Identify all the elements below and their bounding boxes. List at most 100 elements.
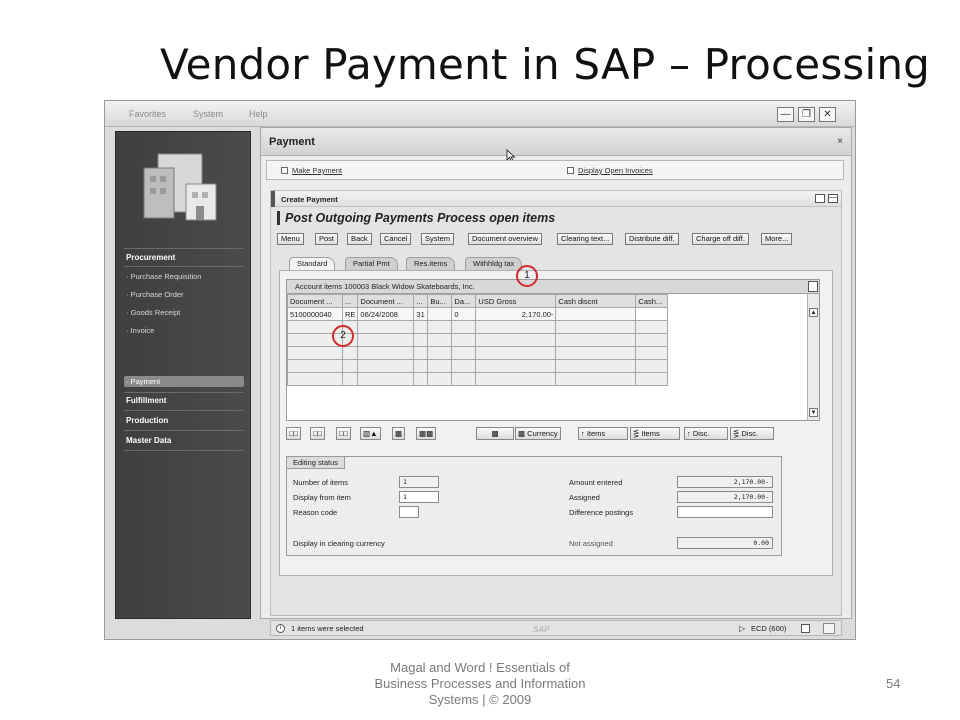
tab-standard[interactable]: Standard <box>289 257 336 270</box>
items-label: Items <box>586 429 606 438</box>
tab-partial-pmt[interactable]: Partial Pmt <box>345 257 398 270</box>
account-items-table-box: Account items 100003 Black Widow Skatebo… <box>286 279 820 421</box>
reason-code-label: Reason code <box>293 508 338 517</box>
table-cell[interactable]: 0 <box>451 307 477 321</box>
create-payment-title: Create Payment <box>281 195 338 204</box>
resize-grip-icon[interactable] <box>823 623 835 634</box>
payment-close-icon[interactable]: × <box>837 136 843 147</box>
reason-code-input[interactable] <box>399 506 419 518</box>
display-from-item-label: Display from item <box>293 493 351 502</box>
sidebar-item-label: Goods Receipt <box>130 308 181 317</box>
print-icon[interactable]: ▧▲ <box>360 427 381 440</box>
sidebar-item-invoice[interactable]: · Invoice <box>126 326 154 335</box>
sidebar-item-purchase-requisition[interactable]: · Purchase Requisition <box>126 272 201 281</box>
table-cell[interactable]: 06/24/2008 <box>357 307 415 321</box>
column-settings-icon[interactable] <box>808 281 818 292</box>
sidebar-head-procurement[interactable]: Procurement <box>126 253 175 262</box>
activate-items-button[interactable]: ↑ Items <box>578 427 628 440</box>
charge-off-diff-button[interactable]: Charge off diff. <box>692 233 749 245</box>
binoculars-icon[interactable]: ▩ <box>476 427 514 440</box>
menu-favorites[interactable]: Favorites <box>129 109 166 119</box>
activate-discount-button[interactable]: ↑ Disc. <box>684 427 728 440</box>
sidebar-item-label: Purchase Order <box>130 290 184 299</box>
back-button[interactable]: Back <box>347 233 372 245</box>
menu-button[interactable]: Menu <box>277 233 304 245</box>
table-row[interactable] <box>287 359 669 373</box>
column-header[interactable]: ... <box>413 294 429 308</box>
number-of-items-label: Number of items <box>293 478 349 487</box>
find-next-icon[interactable]: ▩▩ <box>416 427 437 440</box>
system-dropdown-icon[interactable] <box>801 624 810 633</box>
table-row[interactable] <box>287 346 669 360</box>
document-icon <box>567 167 574 174</box>
sidebar-item-label: Invoice <box>130 326 155 335</box>
display-open-invoices-link[interactable]: Display Open Invoices <box>567 166 653 175</box>
deactivate-items-button[interactable]: ⋚ Items <box>630 427 680 440</box>
scroll-down-icon[interactable]: ▼ <box>809 408 818 417</box>
table-row[interactable]: 5100000040 RE 06/24/2008 31 0 2,170.00- <box>287 307 669 321</box>
payment-window: Payment × Make Payment Display Open Invo… <box>260 127 852 636</box>
table-cell[interactable]: 2,170.00- <box>475 307 557 321</box>
payment-header: Payment × <box>261 128 851 162</box>
column-header[interactable]: Document ... <box>357 294 415 308</box>
scroll-up-icon[interactable]: ▲ <box>809 308 818 317</box>
play-icon[interactable]: ▷ <box>739 624 745 633</box>
column-header[interactable]: Bu... <box>427 294 453 308</box>
disc-label: Disc. <box>741 429 759 438</box>
table-cell[interactable] <box>427 307 453 321</box>
menu-system[interactable]: System <box>193 109 223 119</box>
post-button[interactable]: Post <box>315 233 339 245</box>
currency-button[interactable]: ▩ Currency <box>515 427 561 440</box>
more-button[interactable]: More... <box>761 233 793 245</box>
create-payment-panel: Create Payment — Post Outgoing Payments … <box>270 190 842 616</box>
display-from-item-input[interactable]: 1 <box>399 491 439 503</box>
sap-screenshot: Favorites System Help — ❐ ✕ Procurement … <box>104 100 856 640</box>
tab-withhldg-tax[interactable]: Withhldg tax <box>465 257 523 270</box>
column-header[interactable]: Cash discnt <box>555 294 637 308</box>
make-payment-link[interactable]: Make Payment <box>281 166 342 175</box>
cash-input-cell[interactable] <box>635 307 669 321</box>
table-cell[interactable]: 31 <box>413 307 429 321</box>
close-icon[interactable]: ✕ <box>819 107 836 122</box>
table-scrollbar[interactable]: ▲ ▼ <box>807 294 819 420</box>
column-header[interactable]: Da... <box>451 294 477 308</box>
sidebar-item-label: Purchase Requisition <box>130 272 202 281</box>
table-row[interactable] <box>287 372 669 386</box>
sidebar-item-label: Payment <box>130 377 161 386</box>
transaction-title: Post Outgoing Payments Process open item… <box>285 211 556 225</box>
layout-icon[interactable] <box>815 194 825 203</box>
clearing-text-button[interactable]: Clearing text... <box>557 233 614 245</box>
sidebar-item-purchase-order[interactable]: · Purchase Order <box>126 290 184 299</box>
sidebar-head-master-data[interactable]: Master Data <box>126 436 171 445</box>
sidebar-item-goods-receipt[interactable]: · Goods Receipt <box>126 308 180 317</box>
table-cell[interactable] <box>555 307 637 321</box>
document-overview-button[interactable]: Document overview <box>468 233 542 245</box>
cancel-button[interactable]: Cancel <box>380 233 412 245</box>
distribute-diff-button[interactable]: Distribute diff. <box>625 233 679 245</box>
sidebar-head-production[interactable]: Production <box>126 416 168 425</box>
footer-line-3: Systems | © 2009 <box>428 692 532 707</box>
footer-line-2: Business Processes and Information <box>374 676 586 691</box>
sidebar-head-fulfillment[interactable]: Fulfillment <box>126 396 166 405</box>
minimize-panel-icon[interactable]: — <box>828 194 838 203</box>
restore-icon[interactable]: ❐ <box>798 107 815 122</box>
deactivate-discount-button[interactable]: ⋚ Disc. <box>730 427 774 440</box>
tab-res-items[interactable]: Res.items <box>406 257 456 270</box>
column-header[interactable]: USD Gross <box>475 294 557 308</box>
difference-postings-input[interactable] <box>677 506 773 518</box>
select-all-icon[interactable]: □□ <box>286 427 302 440</box>
system-button[interactable]: System <box>421 233 455 245</box>
sidebar: Procurement · Purchase Requisition · Pur… <box>115 131 251 619</box>
menu-help[interactable]: Help <box>249 109 268 119</box>
activate-items-icon[interactable]: □□ <box>336 427 352 440</box>
column-header[interactable]: Cash... <box>635 294 669 308</box>
create-payment-header: Create Payment — <box>271 191 841 207</box>
column-header[interactable]: Document ... <box>287 294 343 308</box>
minimize-icon[interactable]: — <box>777 107 794 122</box>
sidebar-item-payment[interactable]: · Payment <box>126 377 160 386</box>
table-cell[interactable]: 5100000040 <box>287 307 343 321</box>
find-icon[interactable]: ▩ <box>392 427 406 440</box>
deselect-icon[interactable]: □□ <box>310 427 326 440</box>
column-header[interactable]: ... <box>341 294 359 308</box>
table-cell[interactable]: RE <box>341 307 359 321</box>
